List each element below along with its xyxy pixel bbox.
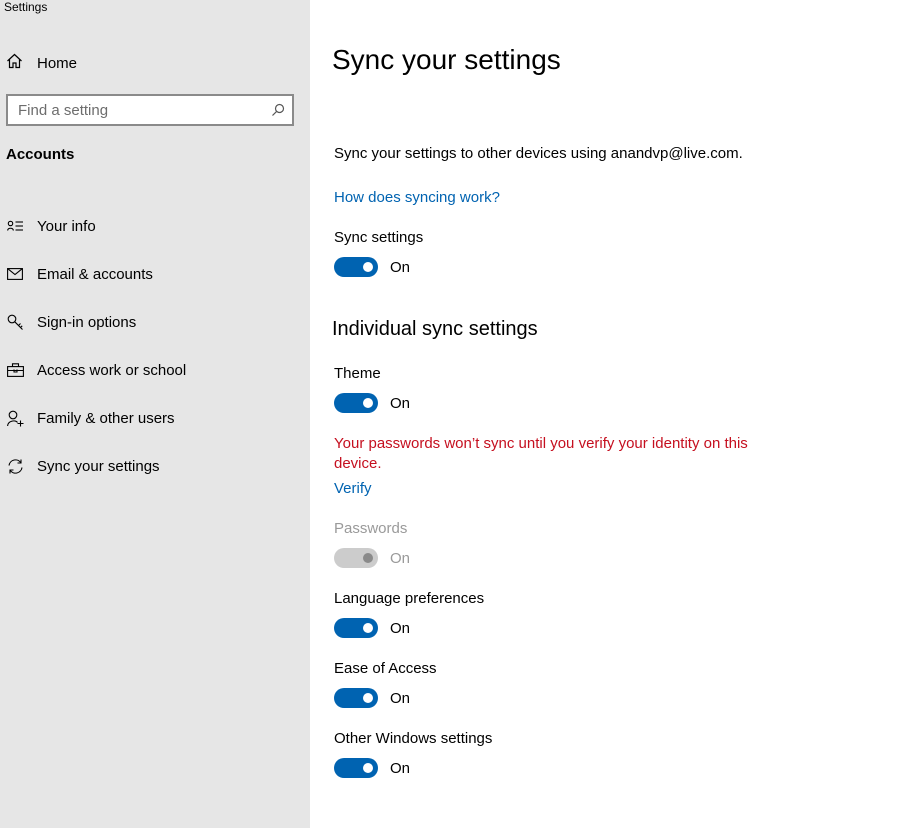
sidebar-item-your-info[interactable]: Your info bbox=[0, 202, 310, 250]
home-label: Home bbox=[37, 54, 78, 72]
toggle-knob bbox=[363, 693, 373, 703]
key-icon bbox=[6, 313, 24, 331]
accounts-section-title: Accounts bbox=[6, 146, 75, 163]
search-box[interactable] bbox=[6, 94, 294, 126]
contact-card-icon bbox=[6, 217, 24, 235]
mail-icon bbox=[6, 265, 24, 283]
passwords-state: On bbox=[390, 549, 411, 567]
other-windows-settings-label: Other Windows settings bbox=[334, 730, 493, 747]
sidebar-item-label: Family & other users bbox=[37, 409, 175, 427]
passwords-toggle-row: On bbox=[334, 548, 410, 568]
sync-icon bbox=[6, 457, 24, 475]
toggle-knob bbox=[363, 763, 373, 773]
ease-toggle-row: On bbox=[334, 688, 410, 708]
language-state: On bbox=[390, 619, 411, 637]
sidebar-item-sign-in-options[interactable]: Sign-in options bbox=[0, 298, 310, 346]
home-nav-item[interactable]: Home bbox=[6, 52, 77, 74]
how-syncing-works-link[interactable]: How does syncing work? bbox=[334, 189, 500, 206]
app-title: Settings bbox=[4, 0, 48, 14]
toggle-knob bbox=[363, 262, 373, 272]
sync-description: Sync your settings to other devices usin… bbox=[334, 145, 743, 162]
sidebar-item-email-accounts[interactable]: Email & accounts bbox=[0, 250, 310, 298]
language-preferences-label: Language preferences bbox=[334, 590, 485, 607]
page-title: Sync your settings bbox=[332, 44, 561, 75]
accounts-nav: Your info Email & accounts Sign-in optio… bbox=[0, 202, 310, 490]
toggle-knob bbox=[363, 623, 373, 633]
theme-label: Theme bbox=[334, 365, 381, 382]
sidebar-item-label: Access work or school bbox=[37, 361, 187, 379]
main-content: Sync your settings Sync your settings to… bbox=[310, 0, 916, 828]
sidebar-item-label: Sign-in options bbox=[37, 313, 137, 331]
home-icon bbox=[6, 53, 23, 74]
sync-settings-state: On bbox=[390, 258, 411, 276]
language-preferences-toggle[interactable] bbox=[334, 618, 378, 638]
search-icon[interactable] bbox=[264, 96, 292, 124]
verify-link[interactable]: Verify bbox=[334, 480, 372, 497]
sync-settings-label: Sync settings bbox=[334, 229, 424, 246]
passwords-toggle bbox=[334, 548, 378, 568]
sidebar-item-label: Your info bbox=[37, 217, 96, 235]
theme-state: On bbox=[390, 394, 411, 412]
password-warning: Your passwords won’t sync until you veri… bbox=[334, 435, 748, 472]
individual-sync-heading: Individual sync settings bbox=[332, 318, 538, 340]
theme-toggle[interactable] bbox=[334, 393, 378, 413]
sidebar-item-label: Email & accounts bbox=[37, 265, 153, 283]
sidebar: Settings Home Accounts Your info Email &… bbox=[0, 0, 310, 828]
other-state: On bbox=[390, 759, 411, 777]
ease-of-access-label: Ease of Access bbox=[334, 660, 437, 677]
sidebar-item-label: Sync your settings bbox=[37, 457, 160, 475]
passwords-label: Passwords bbox=[334, 520, 408, 537]
sync-settings-toggle[interactable] bbox=[334, 257, 378, 277]
other-toggle-row: On bbox=[334, 758, 410, 778]
search-input[interactable] bbox=[8, 101, 264, 119]
language-toggle-row: On bbox=[334, 618, 410, 638]
theme-toggle-row: On bbox=[334, 393, 410, 413]
briefcase-icon bbox=[6, 361, 24, 379]
ease-of-access-toggle[interactable] bbox=[334, 688, 378, 708]
ease-state: On bbox=[390, 689, 411, 707]
other-windows-settings-toggle[interactable] bbox=[334, 758, 378, 778]
toggle-knob bbox=[363, 398, 373, 408]
sidebar-item-sync-your-settings[interactable]: Sync your settings bbox=[0, 442, 310, 490]
add-user-icon bbox=[6, 409, 24, 427]
sync-settings-toggle-row: On bbox=[334, 257, 410, 277]
toggle-knob bbox=[363, 553, 373, 563]
sidebar-item-access-work-school[interactable]: Access work or school bbox=[0, 346, 310, 394]
sidebar-item-family-other-users[interactable]: Family & other users bbox=[0, 394, 310, 442]
